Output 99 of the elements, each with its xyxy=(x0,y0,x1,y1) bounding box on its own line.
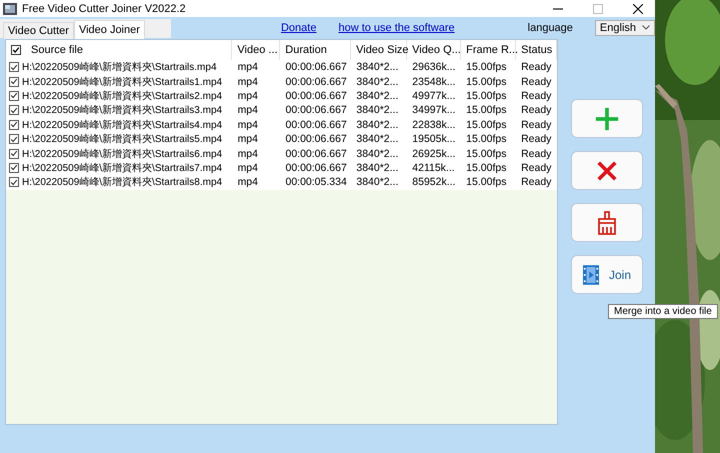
row-checkbox[interactable] xyxy=(9,62,19,72)
row-checkbox[interactable] xyxy=(9,162,19,173)
table-cell: 00:00:05.334 xyxy=(285,176,347,188)
table-cell: Ready xyxy=(521,148,552,160)
join-button[interactable]: Join xyxy=(571,255,643,294)
column-header[interactable]: Duration xyxy=(285,44,327,56)
column-header[interactable]: Video Q... xyxy=(412,44,461,56)
table-cell: 3840*2... xyxy=(356,104,398,116)
table-cell: mp4 xyxy=(238,162,258,174)
table-cell: 00:00:06.667 xyxy=(285,148,347,160)
row-checkbox[interactable] xyxy=(9,177,19,188)
table-cell: 85952k... xyxy=(412,176,456,188)
table-cell-text: H:\20220509崎峰\新增資料夾\Startrails2.mp4 xyxy=(22,90,222,103)
table-cell: mp4 xyxy=(238,90,258,102)
table-cell: mp4 xyxy=(238,148,258,160)
table-cell: 00:00:06.667 xyxy=(285,104,347,116)
table-cell: mp4 xyxy=(238,76,258,88)
table-cell: Ready xyxy=(521,90,552,102)
row-checkbox[interactable] xyxy=(9,120,19,130)
film-icon xyxy=(582,264,599,284)
table-cell-text: H:\20220509崎峰\新增資料夾\Startrails4.mp4 xyxy=(22,118,222,132)
column-header[interactable]: Video Size xyxy=(356,44,408,56)
table-cell: 3840*2... xyxy=(356,176,398,188)
add-button[interactable] xyxy=(571,99,643,138)
table-cell: 15.00fps xyxy=(466,176,506,188)
row-checkbox[interactable] xyxy=(9,90,19,101)
row-checkbox[interactable] xyxy=(9,105,19,116)
table-cell: mp4 xyxy=(238,118,258,131)
table-cell: 3840*2... xyxy=(356,133,398,146)
table-cell: 3840*2... xyxy=(356,90,398,102)
column-header[interactable]: Frame R... xyxy=(466,44,518,56)
brush-icon xyxy=(595,210,619,234)
column-header[interactable]: Video ... xyxy=(237,44,278,56)
table-cell-text: H:\20220509崎峰\新增資料夾\Startrails3.mp4 xyxy=(22,104,222,118)
table-cell: 34997k... xyxy=(412,104,456,116)
table-cell: 22838k... xyxy=(412,118,456,131)
clear-button[interactable] xyxy=(571,203,643,242)
table-cell: Ready xyxy=(521,133,552,146)
table-cell: 49977k... xyxy=(412,90,456,102)
plus-icon xyxy=(594,106,620,132)
table-cell: 15.00fps xyxy=(466,118,506,131)
table-cell: 26925k... xyxy=(412,148,456,160)
table-cell: 15.00fps xyxy=(466,61,506,74)
table-cell: 00:00:06.667 xyxy=(285,118,347,131)
app-icon xyxy=(3,2,17,16)
table-cell: 15.00fps xyxy=(466,104,506,116)
table-cell: 29636k... xyxy=(412,61,456,74)
table-cell: Ready xyxy=(521,162,552,174)
tab[interactable]: Video Cutter xyxy=(3,22,74,39)
table-cell: 42115k... xyxy=(412,162,455,174)
table-cell: 00:00:06.667 xyxy=(285,162,347,174)
table-cell: mp4 xyxy=(238,61,258,74)
table-cell: Ready xyxy=(521,104,552,116)
column-header[interactable]: Status xyxy=(521,44,552,56)
table-cell-text: H:\20220509崎峰\新增資料夾\Startrails6.mp4 xyxy=(22,148,222,161)
table-cell-text: H:\20220509崎峰\新增資料夾\Startrails1.mp4 xyxy=(22,76,222,89)
table-cell: 15.00fps xyxy=(466,162,506,174)
table-cell: Ready xyxy=(521,76,552,88)
link[interactable]: Donate xyxy=(280,22,316,34)
table-cell: 00:00:06.667 xyxy=(285,76,347,88)
language-select[interactable]: English xyxy=(594,20,655,36)
cross-icon xyxy=(596,160,618,182)
table-cell: 00:00:06.667 xyxy=(285,61,347,74)
language-label: language xyxy=(528,22,573,34)
table-cell: 3840*2... xyxy=(356,162,398,174)
table-cell-text: H:\20220509崎峰\新增資料夾\Startrails5.mp4 xyxy=(22,132,222,146)
window-title: Free Video Cutter Joiner V2022.2 xyxy=(22,2,186,14)
table-cell: 19505k... xyxy=(412,133,456,146)
table-cell: mp4 xyxy=(238,104,258,116)
table-cell-text: H:\20220509崎峰\新增資料夾\Startrails7.mp4 xyxy=(22,162,222,175)
table-cell: 3840*2... xyxy=(356,148,398,160)
table-cell: 3840*2... xyxy=(356,61,398,74)
table-cell: Ready xyxy=(521,176,552,188)
row-checkbox[interactable] xyxy=(9,148,19,159)
table-cell: Ready xyxy=(521,118,552,131)
table-cell: 00:00:06.667 xyxy=(285,133,347,146)
tooltip: Merge into a video file xyxy=(608,304,718,319)
tab[interactable]: Video Joiner xyxy=(74,20,145,39)
remove-button[interactable] xyxy=(571,151,643,190)
select-all-checkbox[interactable] xyxy=(11,45,21,55)
table-cell: mp4 xyxy=(238,176,258,188)
table-cell: 15.00fps xyxy=(466,76,506,88)
row-checkbox[interactable] xyxy=(9,134,19,144)
table-cell: 15.00fps xyxy=(466,148,506,160)
column-header[interactable]: Source file xyxy=(31,44,83,56)
table-cell: mp4 xyxy=(238,133,258,146)
table-cell: 3840*2... xyxy=(356,118,398,131)
table-cell-text: H:\20220509崎峰\新增資料夾\Startrails.mp4 xyxy=(22,60,217,74)
table-cell: Ready xyxy=(521,61,552,74)
close-icon[interactable] xyxy=(633,4,643,14)
row-checkbox[interactable] xyxy=(9,76,19,87)
table-cell: 15.00fps xyxy=(466,90,506,102)
table-cell: 23548k... xyxy=(412,76,456,88)
link[interactable]: how to use the software xyxy=(338,22,455,34)
table-cell-text: H:\20220509崎峰\新增資料夾\Startrails8.mp4 xyxy=(22,176,222,190)
table-cell: 00:00:06.667 xyxy=(285,90,347,102)
table-cell: 3840*2... xyxy=(356,76,398,88)
caret-icon xyxy=(642,25,650,30)
table-cell: 15.00fps xyxy=(466,133,506,146)
